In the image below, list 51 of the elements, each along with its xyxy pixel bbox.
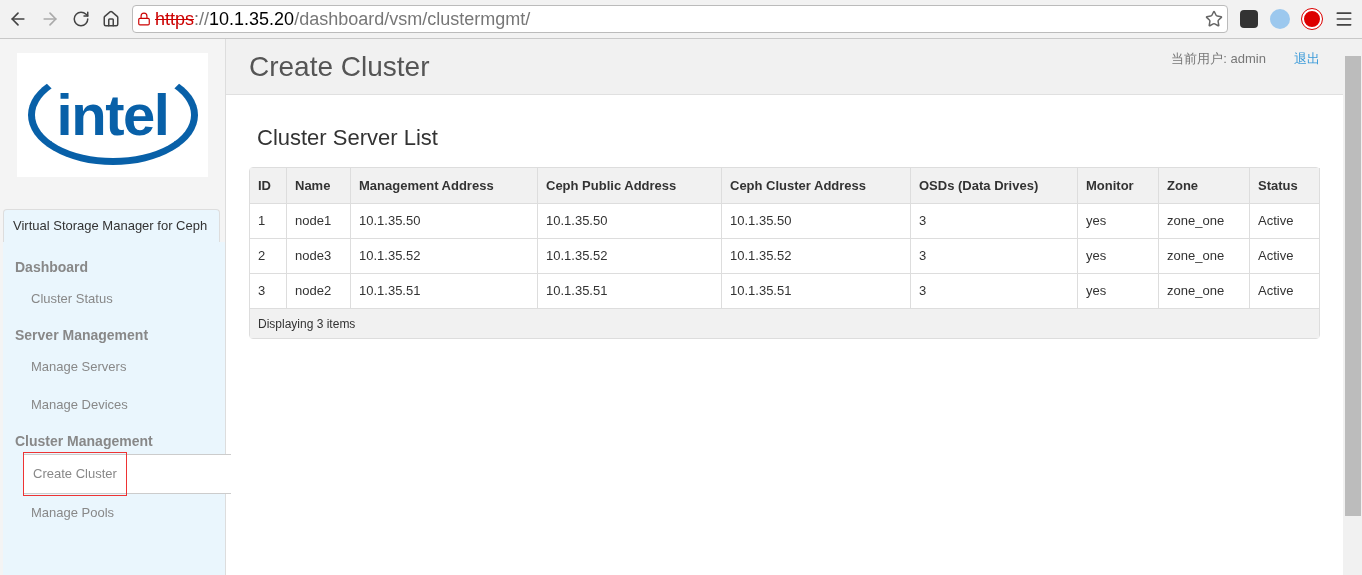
column-header: Name xyxy=(287,168,351,203)
nav-item[interactable]: Manage Pools xyxy=(3,494,225,532)
column-header: Monitor xyxy=(1078,168,1159,203)
extension-icon[interactable] xyxy=(1240,10,1258,28)
table-cell: 3 xyxy=(911,239,1078,273)
sidebar-tab[interactable]: Virtual Storage Manager for Ceph xyxy=(3,209,220,242)
url-text: https://10.1.35.20/dashboard/vsm/clustermgmt/ xyxy=(155,7,531,31)
home-icon[interactable] xyxy=(102,10,120,28)
column-header: Zone xyxy=(1159,168,1250,203)
reload-icon[interactable] xyxy=(72,10,90,28)
logout-link[interactable]: 退出 xyxy=(1294,49,1320,69)
nav-item[interactable]: Manage Devices xyxy=(3,386,225,424)
table-cell: Active xyxy=(1250,239,1320,273)
column-header: Status xyxy=(1250,168,1320,203)
nav-group-title: Dashboard xyxy=(14,257,90,277)
nav-group-title: Server Management xyxy=(14,325,150,345)
table-cell: 10.1.35.50 xyxy=(538,204,722,238)
menu-icon[interactable] xyxy=(1334,9,1354,29)
column-header: Management Address xyxy=(351,168,538,203)
table-cell: 10.1.35.52 xyxy=(722,239,911,273)
page-title: Create Cluster xyxy=(249,49,430,84)
table-footer: Displaying 3 items xyxy=(250,308,1319,338)
nav-item[interactable]: Manage Servers xyxy=(3,348,225,386)
table-cell: 10.1.35.52 xyxy=(538,239,722,273)
table-cell: 10.1.35.50 xyxy=(351,204,538,238)
table-cell: yes xyxy=(1078,204,1159,238)
column-header: Ceph Cluster Address xyxy=(722,168,911,203)
table-cell: Active xyxy=(1250,204,1320,238)
table-cell: node1 xyxy=(287,204,351,238)
address-bar[interactable]: https://10.1.35.20/dashboard/vsm/clustermgmt/ xyxy=(132,5,1228,33)
nav-group-title: Cluster Management xyxy=(14,431,154,451)
table-title: Cluster Server List xyxy=(257,124,439,152)
table-cell: yes xyxy=(1078,239,1159,273)
intel-logo: intel xyxy=(17,53,208,177)
current-user: 当前用户: admin xyxy=(1171,50,1266,68)
column-header: OSDs (Data Drives) xyxy=(911,168,1078,203)
table-cell: 2 xyxy=(250,239,287,273)
table-cell: 10.1.35.50 xyxy=(722,204,911,238)
bookmark-star-icon[interactable] xyxy=(1205,10,1223,28)
table-cell: node3 xyxy=(287,239,351,273)
insecure-lock-icon xyxy=(137,12,151,26)
table-cell: zone_one xyxy=(1159,204,1250,238)
table-cell: 10.1.35.52 xyxy=(351,239,538,273)
column-header: Ceph Public Address xyxy=(538,168,722,203)
table-cell: 3 xyxy=(911,204,1078,238)
table-cell: 1 xyxy=(250,204,287,238)
nav-item[interactable]: Cluster Status xyxy=(3,280,225,318)
stop-icon[interactable] xyxy=(1302,9,1322,29)
nav-item[interactable]: Create Cluster xyxy=(23,454,231,494)
table-cell: zone_one xyxy=(1159,239,1250,273)
column-header: ID xyxy=(250,168,287,203)
